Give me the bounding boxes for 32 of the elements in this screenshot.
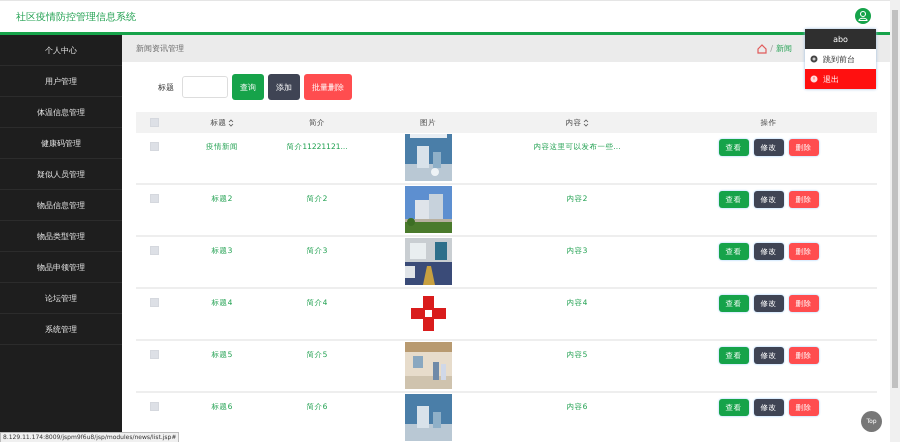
sort-icon[interactable] (582, 118, 588, 126)
scrollbar-thumb[interactable] (892, 10, 898, 388)
sidebar-item[interactable]: 论坛管理 (0, 283, 122, 314)
sidebar-item[interactable]: 物品信息管理 (0, 190, 122, 221)
page-title: 新闻资讯管理 (136, 43, 184, 54)
circle-icon (810, 55, 818, 63)
sidebar-item[interactable]: 用户管理 (0, 66, 122, 97)
row-checkbox[interactable] (150, 246, 158, 255)
row-checkbox[interactable] (150, 350, 158, 359)
row-checkbox[interactable] (150, 142, 158, 151)
sidebar-item[interactable]: 体温信息管理 (0, 97, 122, 128)
sidebar-item[interactable]: 物品类型管理 (0, 221, 122, 252)
sort-icon[interactable] (228, 118, 234, 126)
add-button[interactable]: 添加 (268, 74, 300, 100)
sidebar-item[interactable]: 物品申领管理 (0, 252, 122, 283)
app-title: 社区疫情防控管理信息系统 (16, 10, 136, 24)
breadcrumb-separator: / (770, 44, 773, 53)
row-checkbox[interactable] (150, 298, 158, 307)
select-all-checkbox[interactable] (150, 118, 158, 127)
user-avatar-icon[interactable] (855, 8, 871, 24)
username: abo (805, 29, 876, 49)
search-label: 标题 (158, 82, 174, 92)
sidebar-item[interactable]: 疑似人员管理 (0, 159, 122, 190)
row-checkbox[interactable] (150, 402, 158, 411)
menu-item[interactable]: 跳到前台 (823, 54, 855, 64)
menu-item[interactable]: 退出 (823, 74, 839, 84)
home-icon[interactable] (757, 44, 768, 54)
sidebar-item[interactable]: 健康码管理 (0, 128, 122, 159)
power-icon (810, 75, 818, 83)
sidebar-item[interactable]: 系统管理 (0, 314, 122, 345)
search-field[interactable] (182, 76, 228, 98)
row-checkbox[interactable] (150, 194, 158, 203)
